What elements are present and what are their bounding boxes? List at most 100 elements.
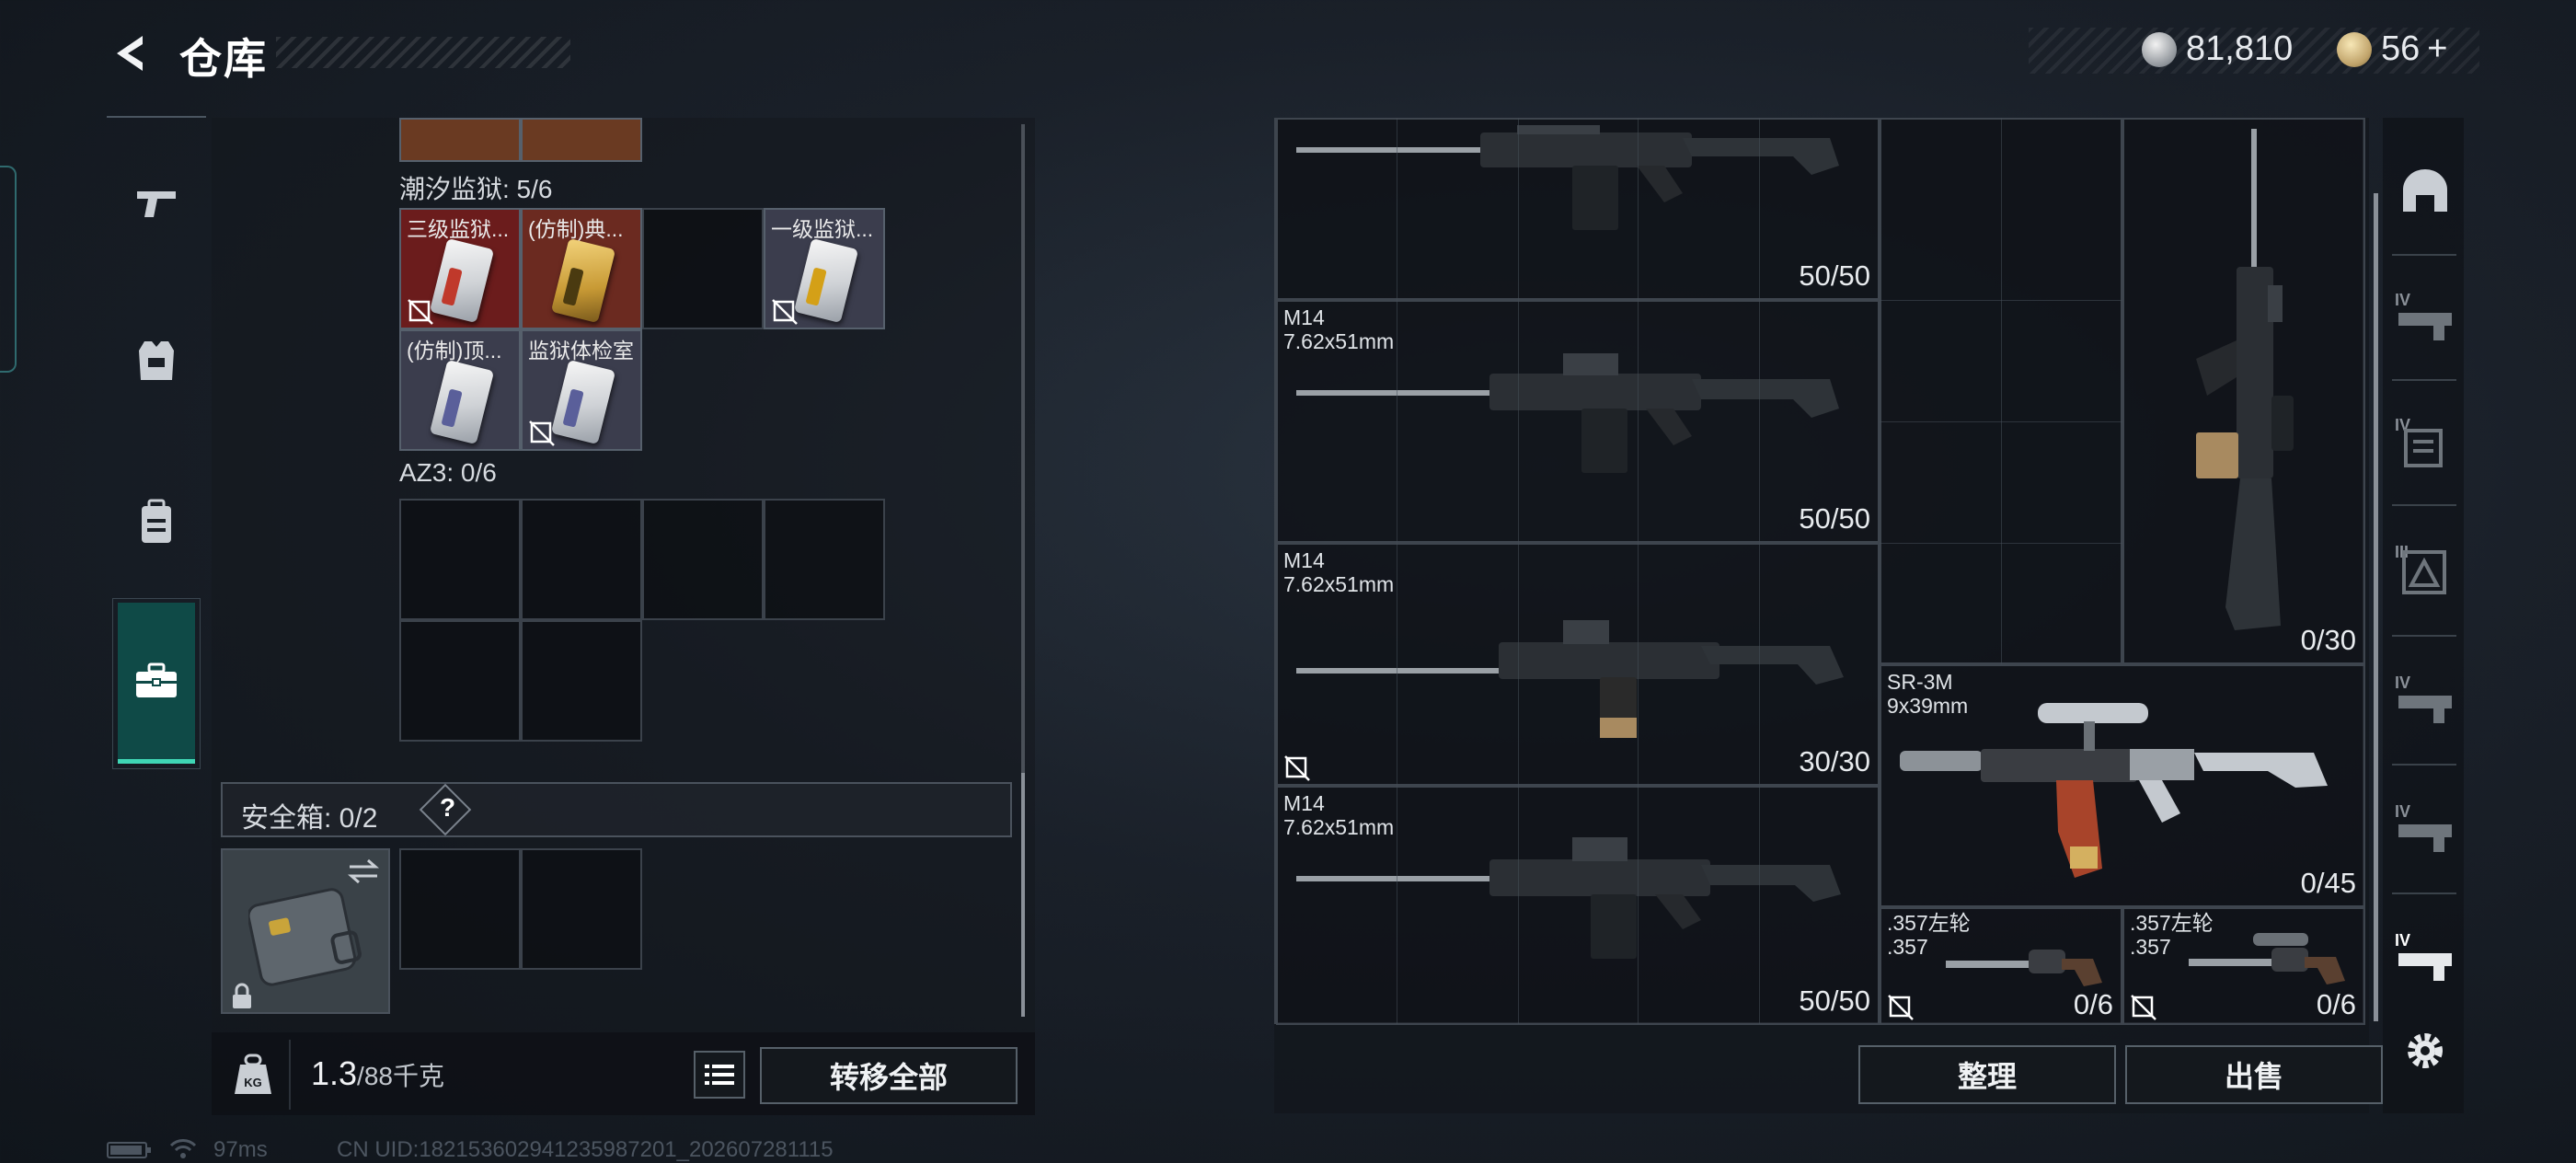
empty-slot[interactable]	[642, 208, 764, 329]
item-name: 三级监狱...	[407, 217, 510, 241]
rail-divider	[2392, 892, 2456, 894]
item-name: 一级监狱...	[771, 217, 874, 241]
sell-button[interactable]: 出售	[2125, 1045, 2383, 1104]
page-title: 仓库	[179, 35, 268, 83]
rail-item-tier[interactable]: IV	[2388, 405, 2462, 478]
svg-text:IV: IV	[2395, 931, 2410, 950]
keycard-icon	[550, 237, 616, 324]
ammo-count: 50/50	[1799, 502, 1870, 535]
sidebar-item-backpack[interactable]	[118, 483, 195, 560]
keycard-item[interactable]: 一级监狱...	[764, 208, 885, 329]
list-view-button[interactable]	[694, 1051, 745, 1099]
right-scrollbar-thumb[interactable]	[2374, 193, 2378, 1021]
weight-max: /88千克	[357, 1062, 444, 1090]
sidebar-edge-tab[interactable]	[0, 166, 17, 373]
safe-box-item[interactable]	[221, 848, 390, 1014]
no-insure-icon	[2131, 995, 2156, 1020]
safe-slot[interactable]	[399, 848, 521, 970]
keycard-item[interactable]: 监狱体检室	[521, 329, 642, 451]
rifle-icon	[1296, 125, 1839, 230]
sort-button[interactable]: 整理	[1858, 1045, 2116, 1104]
helmet-icon	[2403, 169, 2447, 212]
keycard-icon	[429, 237, 495, 324]
weapon-slot[interactable]: .357左轮 .357 0/6	[1880, 907, 2122, 1025]
gold-currency[interactable]: 56 +	[2337, 29, 2447, 69]
vest-icon	[139, 341, 174, 380]
sidebar-item-case[interactable]	[118, 603, 195, 764]
weapon-slot[interactable]: 50/50	[1276, 118, 1880, 300]
grid-line	[1638, 118, 1639, 1024]
section-label-az3: AZ3: 0/6	[399, 458, 497, 487]
ammo-count: 0/6	[2073, 988, 2113, 1020]
weapon-slot[interactable]: .357左轮 .357 0/6	[2122, 907, 2365, 1025]
silver-coin-icon	[2142, 31, 2177, 67]
swap-icon[interactable]	[346, 858, 381, 885]
sidebar-item-weapons[interactable]	[118, 166, 195, 243]
add-currency-icon[interactable]: +	[2427, 29, 2447, 69]
weapon-name: M14 7.62x51mm	[1283, 305, 1395, 353]
svg-text:IV: IV	[2395, 291, 2410, 309]
silver-amount: 81,810	[2186, 29, 2294, 68]
help-icon[interactable]: ?	[440, 793, 455, 823]
item-name: (仿制)顶...	[407, 339, 502, 363]
empty-slot[interactable]	[399, 620, 521, 742]
rail-divider	[2392, 504, 2456, 506]
keycard-item[interactable]: (仿制)顶...	[399, 329, 521, 451]
rail-divider	[2392, 635, 2456, 637]
ammo-count: 50/50	[1799, 985, 1870, 1017]
partial-item-card[interactable]	[399, 118, 521, 162]
weapon-slot[interactable]: M14 7.62x51mm 50/50	[1276, 300, 1880, 543]
weight-current: 1.3	[311, 1054, 358, 1092]
no-insure-icon	[1888, 995, 1914, 1020]
kg-text: KG	[244, 1076, 262, 1089]
safe-slot[interactable]	[521, 848, 642, 970]
empty-slot[interactable]	[521, 499, 642, 620]
carry-weight: 1.3/88千克	[311, 1054, 444, 1093]
grid-line	[1880, 543, 2122, 544]
safe-box-label: 安全箱: 0/2	[241, 803, 378, 834]
empty-slot[interactable]	[399, 499, 521, 620]
no-insure-icon	[772, 299, 798, 325]
weapon-slot[interactable]: 0/30	[2122, 118, 2365, 664]
rail-item-tier[interactable]: IV	[2388, 662, 2462, 736]
settings-button[interactable]	[2388, 1014, 2462, 1088]
rifle-category-icon: IV	[2395, 674, 2452, 723]
title-decoration	[276, 37, 570, 68]
rail-item-tier-active[interactable]: IV	[2388, 920, 2462, 994]
back-button[interactable]	[103, 26, 158, 81]
weapon-slot[interactable]: SR-3M 9x39mm 0/45	[1880, 664, 2365, 907]
empty-slot[interactable]	[642, 499, 764, 620]
ping-text: 97ms	[213, 1137, 268, 1162]
transfer-all-button[interactable]: 转移全部	[760, 1047, 1018, 1104]
sidebar-item-armor[interactable]	[118, 322, 195, 399]
weapon-slot[interactable]: M14 7.62x51mm 30/30	[1276, 543, 1880, 786]
rail-item-all[interactable]	[2388, 155, 2462, 228]
weight-icon-box: KG	[217, 1040, 291, 1110]
m14-rifle-icon	[1296, 620, 1844, 738]
section-label-tidal-prison: 潮汐监狱: 5/6	[399, 175, 553, 203]
keycard-icon	[550, 359, 616, 445]
no-insure-icon	[1284, 755, 1310, 781]
rail-item-tier[interactable]: IV	[2388, 791, 2462, 865]
rail-divider	[2392, 764, 2456, 766]
keycard-item[interactable]: (仿制)典...	[521, 208, 642, 329]
grid-line	[1518, 118, 1519, 1024]
ammo-count: 0/6	[2316, 988, 2356, 1020]
uid-text: CN UID:18215360294123598720​1_2026072811…	[337, 1137, 834, 1162]
rail-divider	[2392, 379, 2456, 381]
left-scrollbar-thumb[interactable]	[1021, 773, 1025, 1017]
triangle-category-icon: III	[2395, 543, 2446, 594]
ammo-count: 0/30	[2300, 624, 2356, 656]
keycard-item[interactable]: 三级监狱...	[399, 208, 521, 329]
wifi-icon	[169, 1137, 197, 1163]
rail-item-tier[interactable]: IV	[2388, 280, 2462, 353]
empty-slot[interactable]	[521, 620, 642, 742]
weapon-slot[interactable]: M14 7.62x51mm 50/50	[1276, 786, 1880, 1025]
ammo-count: 0/45	[2300, 867, 2356, 899]
briefcase-icon	[136, 662, 177, 697]
item-name: (仿制)典...	[528, 217, 624, 241]
partial-item-card[interactable]	[521, 118, 642, 162]
item-name: 监狱体检室	[528, 339, 634, 363]
empty-slot[interactable]	[764, 499, 885, 620]
rail-item-tier[interactable]: III	[2388, 532, 2462, 605]
